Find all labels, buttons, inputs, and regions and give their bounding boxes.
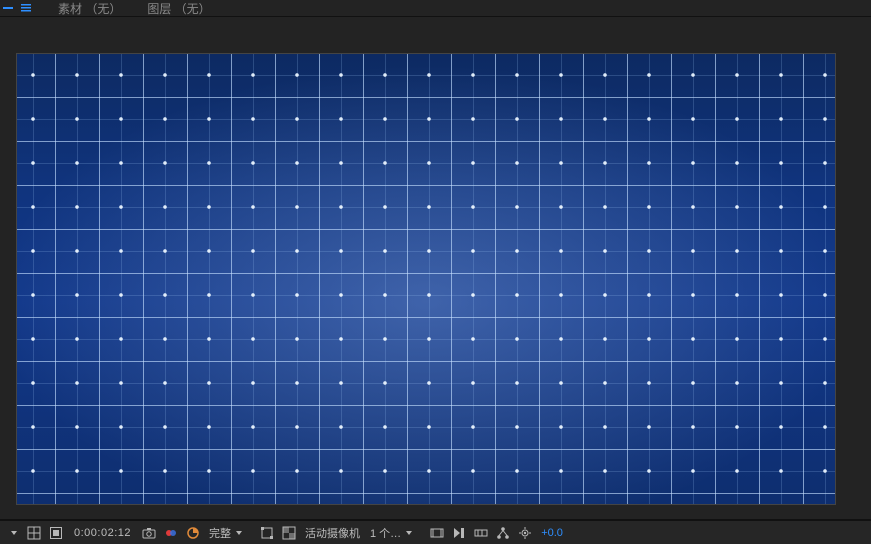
panel-menu-icon[interactable] [20, 2, 32, 14]
mask-toggle-button[interactable] [48, 525, 64, 541]
tab-layer[interactable]: 图层 （无） [147, 0, 210, 17]
region-of-interest-button[interactable] [259, 525, 275, 541]
viewer-toolbar: 0:00:02:12 完整 活动摄像机 1 个… + [0, 520, 871, 544]
composition-panel [0, 16, 871, 520]
composition-preview[interactable] [17, 54, 835, 504]
fast-previews-button[interactable] [451, 525, 467, 541]
reset-exposure-button[interactable] [517, 525, 533, 541]
camera-label: 活动摄像机 [305, 525, 360, 541]
active-camera-dropdown[interactable]: 活动摄像机 [303, 525, 362, 541]
top-menu-bar: 素材 （无） 图层 （无） [0, 0, 871, 16]
resolution-dropdown[interactable]: 完整 [207, 525, 244, 541]
grid-guides-button[interactable] [26, 525, 42, 541]
viewer-frame[interactable] [16, 53, 836, 505]
views-label: 1 个… [370, 525, 401, 541]
pixel-aspect-button[interactable] [429, 525, 445, 541]
resolution-label: 完整 [209, 525, 231, 541]
snapshot-button[interactable] [141, 525, 157, 541]
views-layout-dropdown[interactable]: 1 个… [368, 525, 414, 541]
show-channel-button[interactable] [163, 525, 179, 541]
preview-grid-dots [17, 54, 835, 504]
panel-header [0, 17, 871, 49]
current-time-display[interactable]: 0:00:02:12 [70, 527, 135, 539]
exposure-value[interactable]: +0.0 [539, 527, 565, 539]
transparency-grid-button[interactable] [281, 525, 297, 541]
tab-footage[interactable]: 素材 （无） [58, 0, 121, 17]
panel-grip-icon[interactable] [2, 2, 14, 14]
comp-flowchart-button[interactable] [495, 525, 511, 541]
magnification-dropdown[interactable] [4, 525, 20, 541]
timeline-toggle-button[interactable] [473, 525, 489, 541]
color-management-button[interactable] [185, 525, 201, 541]
